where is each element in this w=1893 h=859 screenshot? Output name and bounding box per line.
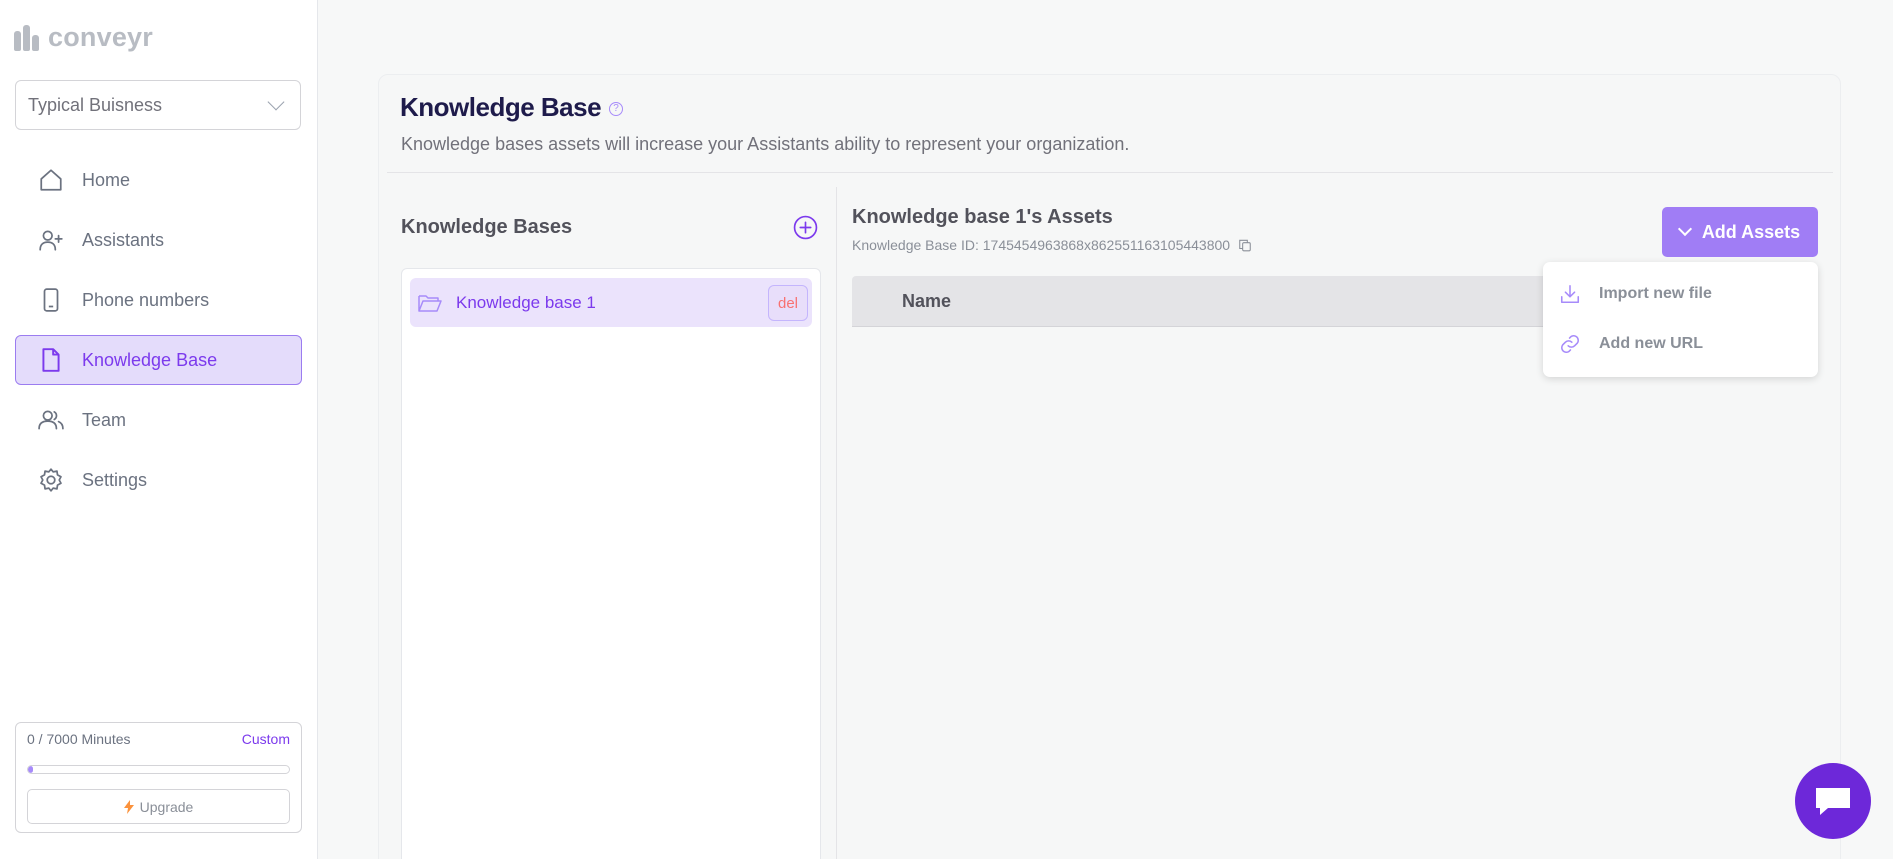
knowledge-base-id: Knowledge Base ID: 1745454963868x8625511… <box>852 237 1252 253</box>
assets-title: Knowledge base 1's Assets <box>852 206 1113 228</box>
usage-card: 0 / 7000 Minutes Custom Upgrade <box>15 722 302 833</box>
link-icon <box>1560 334 1580 354</box>
chat-icon <box>1816 788 1850 815</box>
help-icon[interactable]: ? <box>609 101 624 116</box>
minutes-usage: 0 / 7000 Minutes <box>27 731 131 747</box>
menu-item-import-file[interactable]: Import new file <box>1559 279 1712 309</box>
sidebar-item-settings[interactable]: Settings <box>15 455 302 505</box>
sidebar-item-label: Assistants <box>82 229 165 250</box>
knowledge-base-list: Knowledge base 1 del <box>401 268 821 859</box>
page-header: Knowledge Base ? <box>400 92 624 123</box>
sidebar-item-label: Knowledge Base <box>82 349 218 370</box>
delete-button[interactable]: del <box>768 285 808 321</box>
sidebar-item-knowledge-base[interactable]: Knowledge Base <box>15 335 302 385</box>
logo-icon <box>14 24 42 51</box>
usage-progress-bar <box>27 765 290 774</box>
add-assets-label: Add Assets <box>1701 221 1801 242</box>
add-knowledge-base-icon[interactable] <box>793 215 818 240</box>
upgrade-label: Upgrade <box>139 798 194 815</box>
column-divider <box>836 187 837 859</box>
file-icon <box>42 348 60 372</box>
add-assets-button[interactable]: Add Assets <box>1662 207 1818 257</box>
knowledge-bases-title: Knowledge Bases <box>401 216 573 238</box>
sidebar-item-assistants[interactable]: Assistants <box>15 215 302 265</box>
logo-text: conveyr <box>48 22 153 52</box>
organization-select[interactable]: Typical Buisness <box>15 80 301 130</box>
sidebar-nav: Home Assistants Phone numbers Knowledge … <box>15 155 302 515</box>
download-icon <box>1560 284 1580 304</box>
plan-link[interactable]: Custom <box>242 731 290 747</box>
chat-widget-button[interactable] <box>1795 763 1871 839</box>
sidebar-item-label: Home <box>82 169 131 190</box>
knowledge-base-id-text: Knowledge Base ID: 1745454963868x8625511… <box>852 237 1231 253</box>
upgrade-button[interactable]: Upgrade <box>27 789 290 824</box>
chevron-down-icon <box>267 93 285 111</box>
page-subtitle: Knowledge bases assets will increase you… <box>401 134 1130 154</box>
sidebar: conveyr Typical Buisness Home Assistants… <box>0 0 318 859</box>
sidebar-item-phone-numbers[interactable]: Phone numbers <box>15 275 302 325</box>
header-divider <box>387 172 1833 173</box>
folder-open-icon <box>418 294 442 312</box>
gear-icon <box>40 468 62 492</box>
menu-item-label: Add new URL <box>1599 335 1703 352</box>
sidebar-item-label: Team <box>82 409 127 430</box>
chevron-down-icon <box>1677 221 1692 237</box>
menu-item-label: Import new file <box>1599 285 1712 302</box>
column-header-name[interactable]: Name <box>902 291 951 312</box>
sidebar-item-team[interactable]: Team <box>15 395 302 445</box>
menu-item-add-url[interactable]: Add new URL <box>1559 329 1703 359</box>
sidebar-item-home[interactable]: Home <box>15 155 302 205</box>
lightning-icon <box>123 799 134 814</box>
home-icon <box>40 169 62 191</box>
team-icon <box>38 410 64 430</box>
add-assets-menu: Import new file Add new URL <box>1543 262 1818 377</box>
phone-icon <box>43 288 59 312</box>
user-plus-icon <box>39 230 63 251</box>
sidebar-item-label: Phone numbers <box>82 289 210 310</box>
usage-progress-fill <box>28 766 34 773</box>
page-title: Knowledge Base <box>400 92 602 122</box>
app-logo[interactable]: conveyr <box>14 22 153 53</box>
organization-select-value: Typical Buisness <box>28 94 163 115</box>
sidebar-item-label: Settings <box>82 469 148 490</box>
copy-icon[interactable] <box>1238 238 1252 252</box>
list-item[interactable]: Knowledge base 1 del <box>410 278 812 327</box>
knowledge-base-name: Knowledge base 1 <box>456 292 596 312</box>
